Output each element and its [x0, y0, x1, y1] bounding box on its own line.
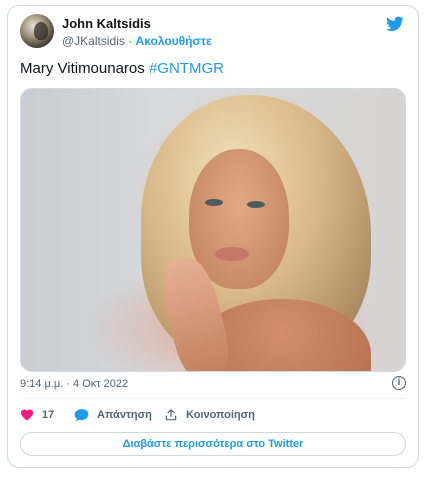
subline-separator: ·: [124, 34, 136, 48]
reply-label: Απάντηση: [97, 409, 152, 421]
follow-link[interactable]: Ακολουθήστε: [136, 34, 212, 48]
author-subline: @JKaltsidis · Ακολουθήστε: [62, 34, 212, 48]
speech-bubble-icon: [74, 409, 89, 422]
twitter-bird-icon[interactable]: [386, 16, 404, 32]
info-icon[interactable]: i: [392, 376, 406, 390]
share-icon: [165, 409, 177, 421]
tweet-header: John Kaltsidis @JKaltsidis · Ακολουθήστε: [20, 14, 406, 56]
share-button[interactable]: Κοινοποίηση: [164, 408, 255, 422]
like-button[interactable]: 17: [20, 408, 54, 421]
tweet-body: Mary Vitimounaros: [20, 60, 149, 77]
tweet-timestamp[interactable]: 9:14 μ.μ. · 4 Οκτ 2022: [20, 378, 128, 390]
share-label: Κοινοποίηση: [186, 409, 255, 421]
divider: [20, 398, 406, 399]
author-handle[interactable]: @JKaltsidis: [62, 34, 125, 48]
photo-lips: [215, 247, 249, 261]
photo-eye-right: [247, 201, 265, 208]
read-more-button[interactable]: Διαβάστε περισσότερα στο Twitter: [20, 432, 406, 456]
reply-button[interactable]: Απάντηση: [74, 408, 152, 422]
author-name[interactable]: John Kaltsidis: [62, 16, 151, 31]
avatar[interactable]: [20, 14, 54, 48]
tweet-text: Mary Vitimounaros #GNTMGR: [20, 60, 224, 77]
like-count: 17: [42, 408, 55, 421]
embedded-tweet-card: John Kaltsidis @JKaltsidis · Ακολουθήστε…: [7, 5, 419, 468]
photo-eye-left: [205, 199, 223, 206]
heart-icon: [20, 409, 34, 421]
tweet-photo[interactable]: [20, 88, 406, 372]
hashtag-link[interactable]: #GNTMGR: [149, 60, 224, 77]
